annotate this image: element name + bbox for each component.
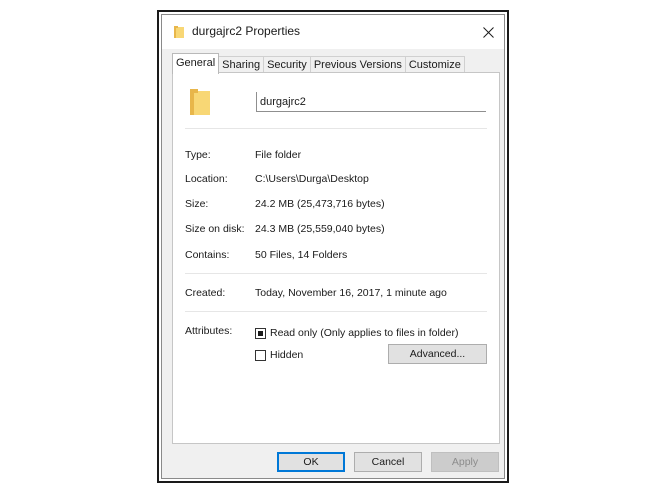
location-row: Location: C:\Users\Durga\Desktop — [185, 173, 495, 187]
tab-general[interactable]: General — [172, 53, 220, 74]
location-label: Location: — [185, 173, 228, 185]
contains-value: 50 Files, 14 Folders — [255, 249, 348, 261]
type-row: Type: File folder — [185, 149, 495, 163]
cancel-button[interactable]: Cancel — [354, 452, 422, 472]
type-label: Type: — [185, 149, 211, 161]
advanced-button[interactable]: Advanced... — [388, 344, 487, 364]
created-value: Today, November 16, 2017, 1 minute ago — [255, 287, 447, 299]
folder-icon — [190, 89, 210, 115]
size-row: Size: 24.2 MB (25,473,716 bytes) — [185, 198, 495, 212]
read-only-label: Read only (Only applies to files in fold… — [270, 327, 459, 339]
size-on-disk-label: Size on disk: — [185, 223, 245, 235]
tab-strip: General Sharing Security Previous Versio… — [172, 53, 465, 74]
size-label: Size: — [185, 198, 209, 210]
title-bar: durgajrc2 Properties — [162, 15, 504, 49]
apply-button[interactable]: Apply — [431, 452, 499, 472]
folder-name-input[interactable] — [256, 92, 486, 112]
attributes-label: Attributes: — [185, 325, 233, 337]
size-value: 24.2 MB (25,473,716 bytes) — [255, 198, 385, 210]
location-value: C:\Users\Durga\Desktop — [255, 173, 369, 185]
hidden-checkbox-row[interactable]: Hidden — [255, 348, 303, 362]
hidden-checkbox[interactable] — [255, 349, 266, 361]
close-button[interactable] — [474, 19, 502, 45]
contains-label: Contains: — [185, 249, 230, 261]
divider — [185, 128, 487, 129]
read-only-checkbox[interactable] — [255, 327, 266, 339]
general-tab-panel: Type: File folder Location: C:\Users\Dur… — [172, 72, 500, 444]
size-on-disk-value: 24.3 MB (25,559,040 bytes) — [255, 223, 385, 235]
contains-row: Contains: 50 Files, 14 Folders — [185, 249, 495, 263]
close-icon — [482, 26, 494, 38]
divider — [185, 311, 487, 312]
properties-dialog: durgajrc2 Properties General Sharing Sec… — [161, 14, 505, 479]
created-row: Created: Today, November 16, 2017, 1 min… — [185, 287, 495, 301]
size-on-disk-row: Size on disk: 24.3 MB (25,559,040 bytes) — [185, 223, 495, 237]
read-only-checkbox-row[interactable]: Read only (Only applies to files in fold… — [255, 326, 459, 340]
screenshot-frame: durgajrc2 Properties General Sharing Sec… — [157, 10, 509, 483]
created-label: Created: — [185, 287, 226, 299]
divider — [185, 273, 487, 274]
hidden-label: Hidden — [270, 349, 304, 361]
folder-icon — [174, 26, 184, 38]
ok-button[interactable]: OK — [277, 452, 345, 472]
window-title: durgajrc2 Properties — [192, 24, 301, 38]
type-value: File folder — [255, 149, 302, 161]
